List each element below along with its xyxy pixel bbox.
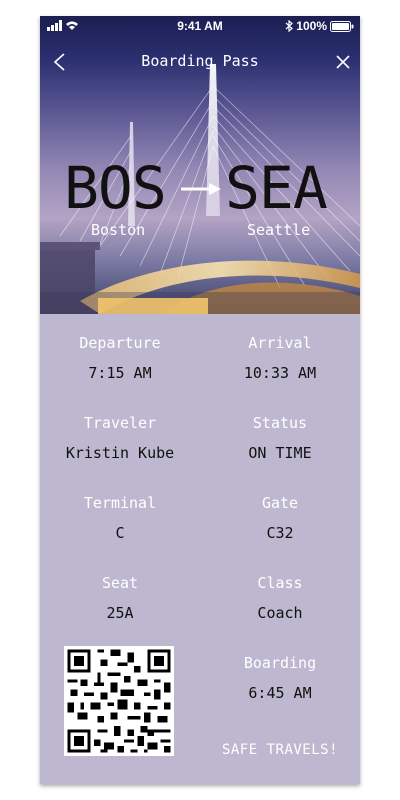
class-value: Coach (257, 604, 303, 622)
departure-value: 7:15 AM (88, 364, 152, 382)
traveler-label: Traveler (83, 414, 157, 432)
arrow-right-icon (181, 183, 221, 195)
class-field: Class Coach (200, 574, 360, 622)
class-label: Class (257, 574, 303, 592)
destination-code: SEA (225, 154, 328, 222)
terminal-field: Terminal C (40, 494, 200, 542)
status-bar: 9:41 AM 100% (40, 16, 360, 36)
gate-value: C32 (266, 524, 294, 542)
departure-field: Departure 7:15 AM (40, 334, 200, 382)
battery-icon (330, 20, 354, 32)
qr-code (64, 646, 174, 756)
gate-field: Gate C32 (200, 494, 360, 542)
status-label: Status (252, 414, 308, 432)
hero-image: 9:41 AM 100% Boarding Pass BOS SEA Bosto… (40, 16, 360, 314)
traveler-field: Traveler Kristin Kube (40, 414, 200, 462)
bluetooth-icon (285, 20, 294, 32)
origin-city: Boston (91, 221, 146, 239)
seat-field: Seat 25A (40, 574, 200, 622)
battery-percent: 100% (296, 19, 327, 33)
terminal-label: Terminal (83, 494, 157, 512)
boarding-field: Boarding 6:45 AM (200, 654, 360, 702)
arrival-field: Arrival 10:33 AM (200, 334, 360, 382)
boarding-pass-screen: 9:41 AM 100% Boarding Pass BOS SEA Bosto… (40, 16, 360, 784)
nav-bar: Boarding Pass (40, 44, 360, 80)
seat-value: 25A (106, 604, 134, 622)
seat-label: Seat (101, 574, 139, 592)
arrival-label: Arrival (248, 334, 312, 352)
origin-code: BOS (64, 154, 167, 222)
route-header: BOS SEA (40, 156, 360, 226)
arrival-value: 10:33 AM (243, 364, 317, 382)
terminal-value: C (115, 524, 125, 542)
status-field: Status ON TIME (200, 414, 360, 462)
close-icon[interactable] (334, 53, 352, 71)
boarding-value: 6:45 AM (248, 684, 312, 702)
page-title: Boarding Pass (141, 52, 259, 70)
gate-label: Gate (261, 494, 299, 512)
traveler-value: Kristin Kube (65, 444, 175, 462)
status-right: 100% (285, 19, 354, 33)
destination-city: Seattle (247, 221, 311, 239)
boarding-label: Boarding (243, 654, 317, 672)
status-value: ON TIME (248, 444, 312, 462)
footer-message: SAFE TRAVELS! (221, 742, 339, 758)
departure-label: Departure (79, 334, 161, 352)
